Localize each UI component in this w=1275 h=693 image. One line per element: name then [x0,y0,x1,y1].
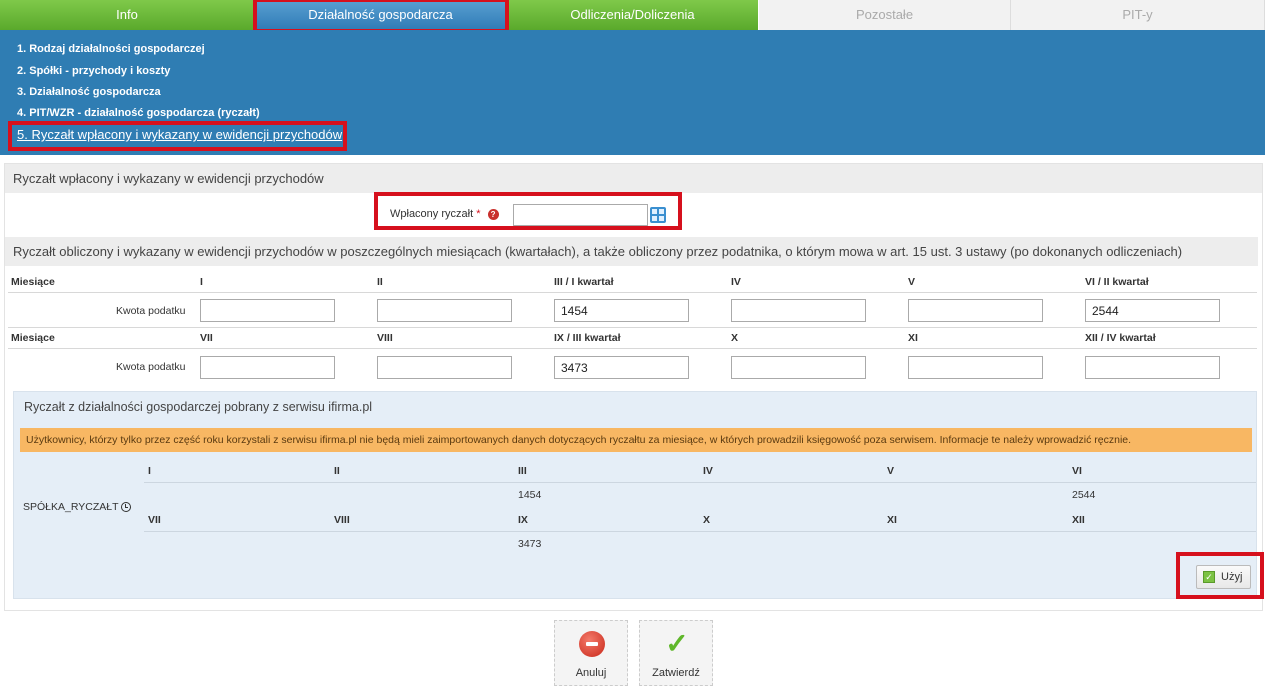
tab-info[interactable]: Info [0,0,255,30]
check-icon: ✓ [1203,571,1215,583]
grid-divider [8,327,1257,328]
paid-lump-sum-label: Wpłacony ryczałt * ? [390,208,499,220]
tax-amount-label: Kwota podatku [116,361,186,373]
month-label: X [731,332,739,344]
cancel-button-label: Anuluj [575,667,607,679]
imported-month-label: IV [703,465,713,477]
month-label: IX / III kwartał [554,332,621,344]
month-label: V [908,276,916,288]
month-label: XII / IV kwartał [1085,332,1156,344]
required-mark: * [476,208,481,220]
submenu: 1. Rodzaj działalności gospodarczej 2. S… [0,30,1265,155]
submenu-item-pit-wzr[interactable]: 4. PIT/WZR - działalność gospodarcza (ry… [17,107,260,119]
grid-divider [8,348,1257,349]
months-label: Miesiące [11,276,55,288]
submenu-item-lump-sum-paid[interactable]: 5. Ryczałt wpłacony i wykazany w ewidenc… [17,127,342,142]
company-name: SPÓŁKA_RYCZAŁT [23,501,131,513]
tax-amount-input-month-4[interactable] [731,299,866,322]
tab-deductions[interactable]: Odliczenia/Doliczenia [507,0,759,30]
imported-divider [144,531,1256,532]
month-label: VI / II kwartał [1085,276,1149,288]
tax-amount-input-month-6[interactable] [1085,299,1220,322]
import-warning: Użytkownicy, którzy tylko przez część ro… [20,428,1252,452]
months-label: Miesiące [11,332,55,344]
imported-month-label: XI [887,514,897,526]
help-icon[interactable]: ? [487,208,499,220]
clock-icon[interactable] [120,502,131,513]
submenu-item-business-type[interactable]: 1. Rodzaj działalności gospodarczej [17,43,205,55]
month-label: XI [908,332,918,344]
confirm-button-label: Zatwierdź [652,667,700,679]
cancel-button[interactable]: Anuluj [554,620,628,686]
tab-other[interactable]: Pozostałe [759,0,1011,30]
tax-amount-label: Kwota podatku [116,305,186,317]
paid-lump-sum-label-text: Wpłacony ryczałt [390,208,474,220]
month-label: I [200,276,203,288]
tax-amount-input-month-8[interactable] [377,356,512,379]
imported-month-label: IX [518,514,528,526]
imported-month-label: XII [1072,514,1085,526]
month-label: VIII [377,332,393,344]
section-monthly-title: Ryczałt obliczony i wykazany w ewidencji… [5,237,1258,266]
tax-amount-input-month-7[interactable] [200,356,335,379]
tax-amount-input-month-2[interactable] [377,299,512,322]
imported-value: 1454 [518,489,542,501]
tab-pit-forms[interactable]: PIT-y [1011,0,1265,30]
imported-month-label: I [148,465,151,477]
imported-value: 3473 [518,538,542,550]
tab-business-activity[interactable]: Działalność gospodarcza [255,0,507,30]
imported-title: Ryczałt z działalności gospodarczej pobr… [24,400,373,414]
paid-lump-sum-input[interactable] [513,204,648,226]
imported-month-label: II [334,465,340,477]
imported-month-label: VI [1072,465,1082,477]
submenu-item-partnerships[interactable]: 2. Spółki - przychody i koszty [17,65,170,77]
confirm-button[interactable]: ✓ Zatwierdź [639,620,713,686]
tax-amount-input-month-11[interactable] [908,356,1043,379]
use-button-label: Użyj [1221,571,1243,583]
section-lump-sum-paid-title: Ryczałt wpłacony i wykazany w ewidencji … [5,164,1262,193]
tax-amount-input-month-3[interactable] [554,299,689,322]
month-label: III / I kwartał [554,276,614,288]
month-label: VII [200,332,213,344]
company-name-text: SPÓŁKA_RYCZAŁT [23,501,119,513]
grid-divider [8,292,1257,293]
imported-value: 2544 [1072,489,1096,501]
tax-amount-input-month-10[interactable] [731,356,866,379]
use-button[interactable]: ✓ Użyj [1196,565,1251,589]
month-label: II [377,276,383,288]
imported-month-label: X [703,514,711,526]
tax-amount-input-month-1[interactable] [200,299,335,322]
cancel-icon [579,631,605,657]
calculator-icon[interactable] [650,207,666,223]
imported-month-label: V [887,465,895,477]
submenu-item-business-activity[interactable]: 3. Działalność gospodarcza [17,86,161,98]
imported-month-label: III [518,465,527,477]
imported-month-label: VIII [334,514,350,526]
checkmark-icon: ✓ [665,628,689,659]
imported-lump-sum-panel: Ryczałt z działalności gospodarczej pobr… [13,391,1257,599]
tax-amount-input-month-12[interactable] [1085,356,1220,379]
tax-amount-input-month-5[interactable] [908,299,1043,322]
month-label: IV [731,276,741,288]
imported-divider [144,482,1256,483]
tax-amount-input-month-9[interactable] [554,356,689,379]
imported-month-label: VII [148,514,161,526]
main-tabs: Info Działalność gospodarcza Odliczenia/… [0,0,1265,30]
